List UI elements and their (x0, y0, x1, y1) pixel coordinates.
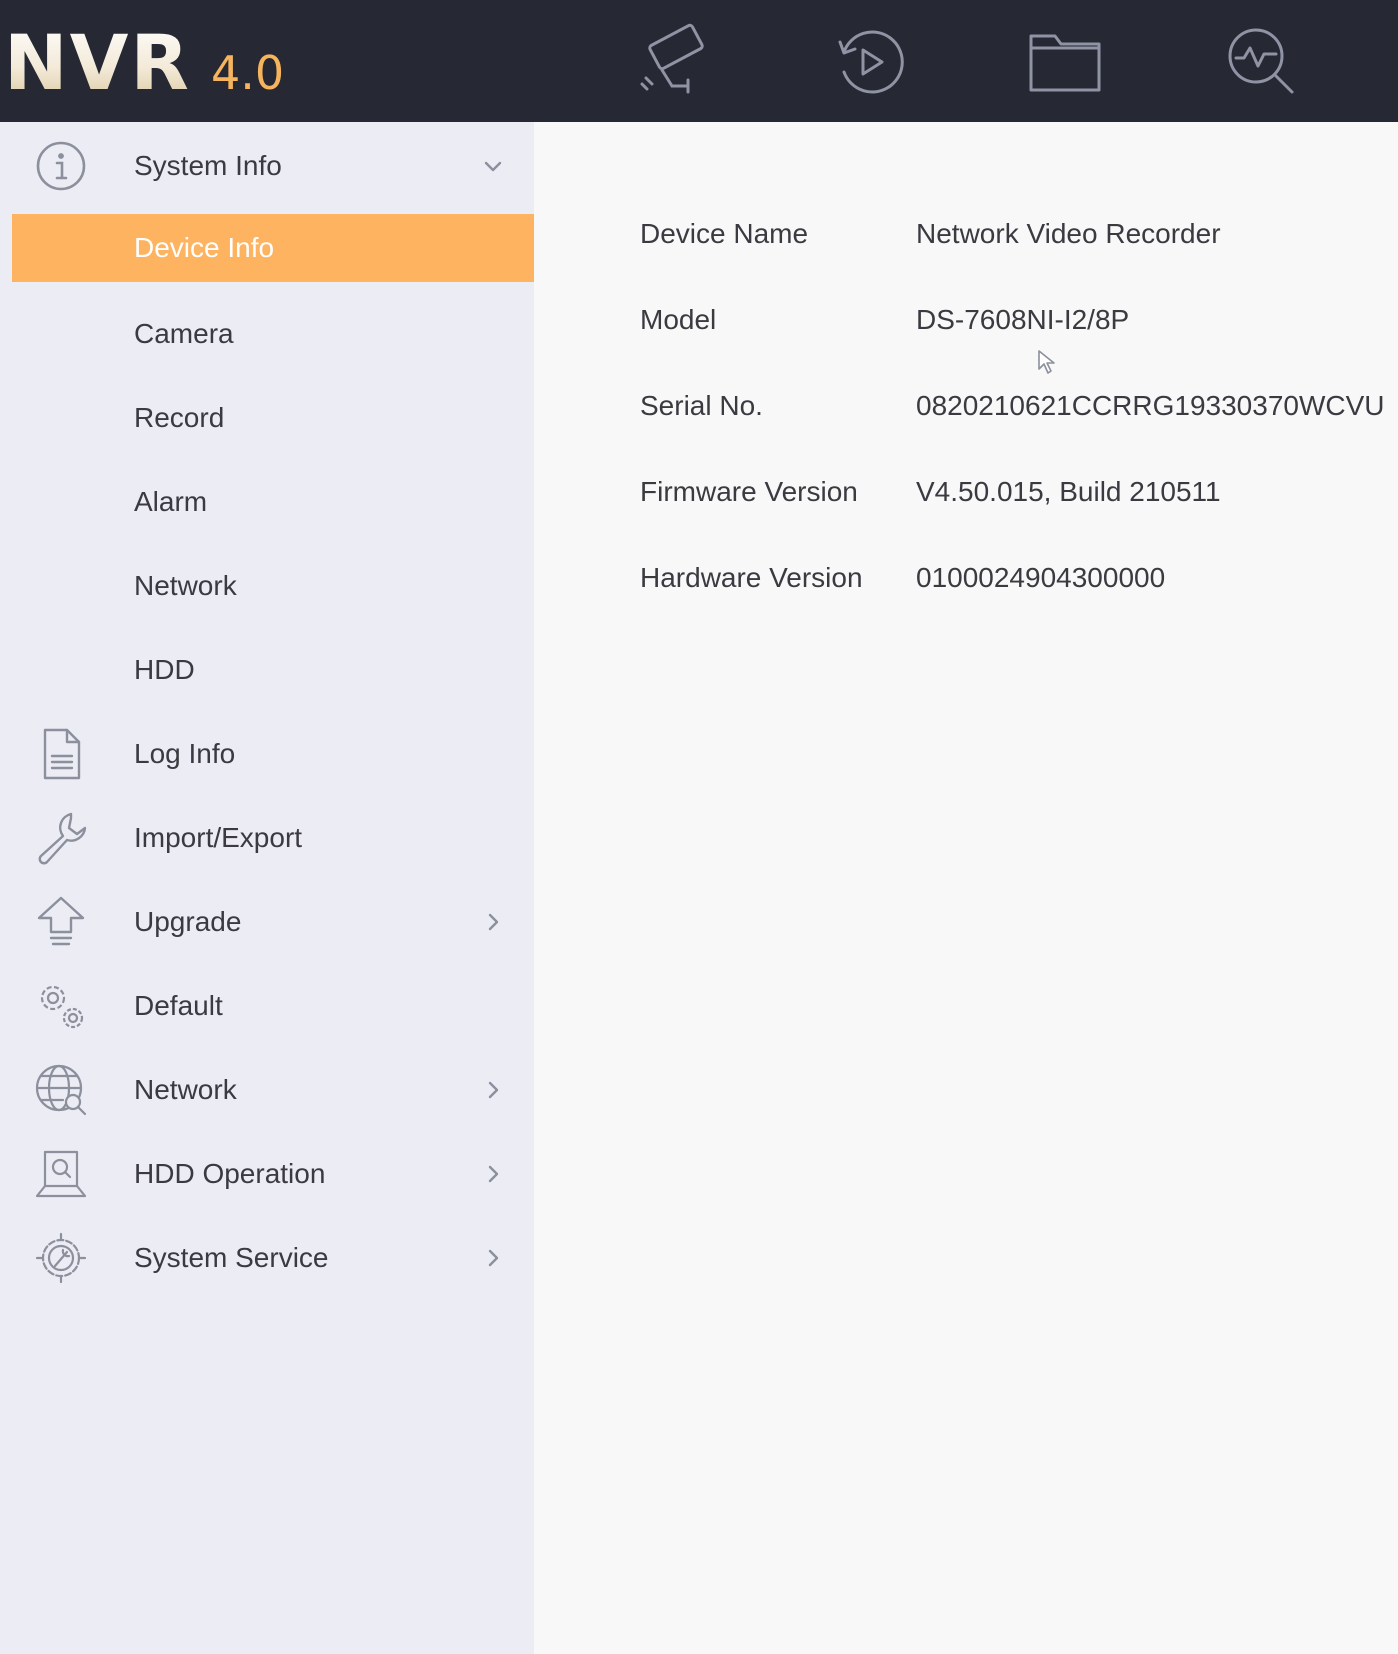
menu-label: System Service (134, 1242, 329, 1273)
menu-label: HDD (134, 654, 195, 685)
menu-network-info[interactable]: Network (0, 544, 534, 628)
info-value: 0100024904300000 (916, 562, 1166, 593)
info-key: Model (640, 304, 717, 335)
menu-system-service[interactable]: System Service (0, 1216, 534, 1300)
menu-label: Import/Export (134, 822, 303, 853)
smart-search-icon[interactable] (1222, 22, 1302, 102)
info-key: Hardware Version (640, 562, 863, 593)
menu-label: Default (134, 990, 223, 1021)
info-value: 0820210621CCRRG19330370WCVU (916, 390, 1385, 421)
menu-record[interactable]: Record (0, 376, 534, 460)
menu-network[interactable]: Network (0, 1048, 534, 1132)
chevron-right-icon (482, 1247, 504, 1269)
folder-icon[interactable] (1025, 22, 1105, 102)
globe-search-icon (32, 1061, 90, 1119)
info-value: V4.50.015, Build 210511 (916, 476, 1221, 507)
top-bar: NVR 4.0 (0, 0, 1398, 122)
camera-icon[interactable] (632, 22, 712, 102)
info-key: Device Name (640, 218, 809, 249)
info-key: Serial No. (640, 390, 763, 421)
info-key: Firmware Version (640, 476, 858, 507)
menu-label: Alarm (134, 486, 208, 517)
menu-hdd[interactable]: HDD (0, 628, 534, 712)
menu-label: Record (134, 402, 225, 433)
document-icon (32, 725, 90, 783)
sidebar: System Info Device Info Camera Record Al… (0, 122, 534, 1654)
upload-icon (32, 893, 90, 951)
chevron-right-icon (482, 1079, 504, 1101)
info-value: Network Video Recorder (916, 218, 1221, 249)
service-gear-icon (32, 1229, 90, 1287)
chevron-right-icon (482, 1163, 504, 1185)
menu-log-info[interactable]: Log Info (0, 712, 534, 796)
menu-label: System Info (134, 150, 282, 181)
menu-upgrade[interactable]: Upgrade (0, 880, 534, 964)
wrench-icon (32, 809, 90, 867)
info-icon (32, 137, 90, 195)
menu-alarm[interactable]: Alarm (0, 460, 534, 544)
menu-label: Network (134, 1074, 237, 1105)
logo-version: 4.0 (210, 46, 285, 100)
hdd-icon (32, 1145, 90, 1203)
playback-icon[interactable] (830, 22, 910, 102)
menu-device-info[interactable]: Device Info (12, 214, 534, 282)
menu-label: Device Info (134, 232, 275, 263)
menu-default[interactable]: Default (0, 964, 534, 1048)
menu-label: HDD Operation (134, 1158, 326, 1189)
menu-label: Log Info (134, 738, 236, 769)
gears-icon (32, 977, 90, 1035)
menu-label: Camera (134, 318, 234, 349)
info-value: DS-7608NI-I2/8P (916, 304, 1130, 335)
chevron-down-icon (482, 155, 504, 177)
mouse-pointer-icon (1038, 350, 1055, 374)
menu-label: Network (134, 570, 237, 601)
menu-import-export[interactable]: Import/Export (0, 796, 534, 880)
device-info-panel: Device Name Network Video Recorder Model… (534, 122, 1398, 1654)
nvr-logo: NVR 4.0 (4, 18, 284, 108)
chevron-right-icon (482, 911, 504, 933)
menu-system-info[interactable]: System Info (0, 124, 534, 208)
menu-camera[interactable]: Camera (0, 292, 534, 376)
menu-label: Upgrade (134, 906, 242, 937)
logo-text: NVR (4, 18, 191, 107)
menu-hdd-operation[interactable]: HDD Operation (0, 1132, 534, 1216)
